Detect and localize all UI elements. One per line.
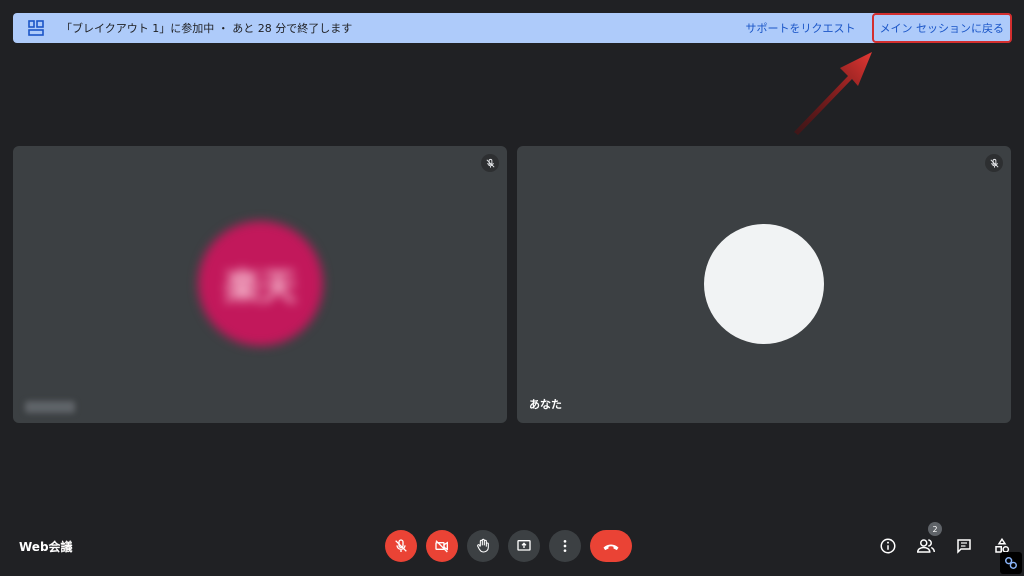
participant-name-blurred [25, 401, 75, 413]
meeting-details-button[interactable] [876, 530, 900, 562]
annotation-arrow [794, 52, 872, 135]
microphone-toggle-button[interactable] [385, 530, 417, 562]
self-tile[interactable]: あなた [517, 146, 1011, 423]
participants-button[interactable]: 2 [914, 522, 942, 562]
mic-off-icon [985, 154, 1003, 172]
more-options-button[interactable] [549, 530, 581, 562]
meeting-title: Web会議 [19, 540, 73, 554]
present-screen-button[interactable] [508, 530, 540, 562]
chat-button[interactable] [952, 530, 976, 562]
return-to-main-session-button[interactable]: メイン セッションに戻る [871, 13, 1012, 43]
raise-hand-button[interactable] [467, 530, 499, 562]
chat-icon [957, 539, 971, 554]
hang-up-icon [603, 544, 619, 551]
camera-off-icon [435, 540, 448, 553]
app-logo-icon [1000, 552, 1022, 574]
mic-off-icon [395, 539, 407, 552]
info-icon [880, 538, 896, 554]
leave-call-button[interactable] [590, 530, 632, 562]
self-name-label: あなた [529, 398, 562, 411]
breakout-room-icon [28, 20, 44, 36]
more-options-icon [563, 540, 567, 552]
raise-hand-icon [477, 538, 489, 553]
present-screen-icon [517, 540, 531, 551]
participants-count-badge: 2 [928, 522, 942, 536]
side-tools: 2 [876, 522, 1014, 562]
request-help-link[interactable]: サポートをリクエスト [746, 20, 856, 36]
breakout-status-text: 「ブレイクアウト 1」に参加中 ・ あと 28 分で終了します [61, 22, 353, 35]
mic-off-icon [481, 154, 499, 172]
camera-toggle-button[interactable] [426, 530, 458, 562]
participant-avatar: 楽天 [198, 221, 323, 346]
participant-tile[interactable]: 楽天 [13, 146, 507, 423]
people-icon [916, 539, 935, 553]
self-avatar [704, 224, 824, 344]
call-controls [385, 530, 632, 562]
breakout-banner: 「ブレイクアウト 1」に参加中 ・ あと 28 分で終了します サポートをリクエ… [13, 13, 1012, 43]
